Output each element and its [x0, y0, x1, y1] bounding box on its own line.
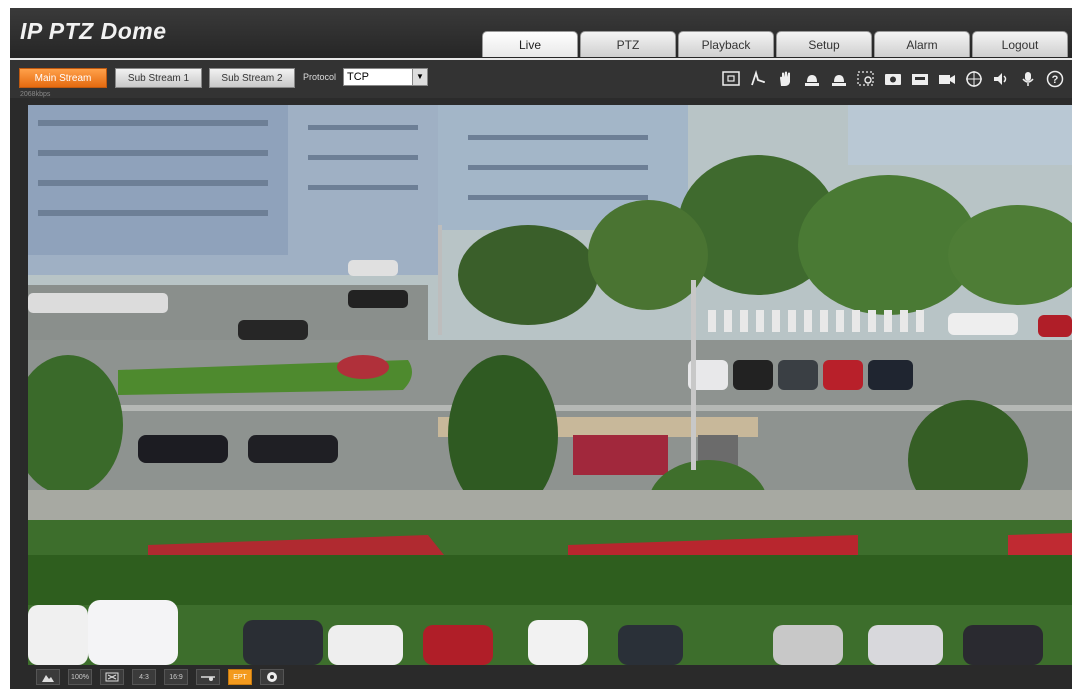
chevron-down-icon: ▼	[412, 69, 427, 85]
protocol-select[interactable]: TCP ▼	[343, 68, 428, 86]
sub-stream-1-button[interactable]: Sub Stream 1	[115, 68, 202, 88]
video-bottom-bar: 100% 4:3 16:9 EPT	[28, 665, 1072, 689]
tab-ptz[interactable]: PTZ	[580, 31, 676, 57]
video-camera-icon[interactable]	[936, 69, 958, 89]
main-nav-tabs: Live PTZ Playback Setup Alarm Logout	[482, 31, 1068, 57]
microphone-icon[interactable]	[1017, 69, 1039, 89]
bitrate-readout: 2068kbps	[20, 91, 51, 98]
zoom-icon[interactable]	[747, 69, 769, 89]
app-title: IP PTZ Dome	[20, 18, 167, 44]
live-tools: ?	[720, 69, 1066, 89]
tab-live[interactable]: Live	[482, 31, 578, 57]
aspect-4-3-button[interactable]: 4:3	[132, 669, 156, 685]
compass-icon[interactable]	[260, 669, 284, 685]
ip-camera-web-client: IP PTZ Dome Live PTZ Playback Setup Alar…	[10, 8, 1072, 689]
help-icon[interactable]: ?	[1044, 69, 1066, 89]
alarm-light-2-icon[interactable]	[828, 69, 850, 89]
live-video-view[interactable]	[28, 105, 1072, 665]
hand-icon[interactable]	[774, 69, 796, 89]
tab-alarm[interactable]: Alarm	[874, 31, 970, 57]
ept-button[interactable]: EPT	[228, 669, 252, 685]
video-frame	[28, 105, 1072, 665]
speaker-icon[interactable]	[990, 69, 1012, 89]
crosshair-icon[interactable]	[963, 69, 985, 89]
svg-text:?: ?	[1052, 74, 1059, 86]
snapshot-icon[interactable]	[882, 69, 904, 89]
alarm-light-icon[interactable]	[801, 69, 823, 89]
protocol-value: TCP	[347, 71, 369, 83]
sub-stream-2-button[interactable]: Sub Stream 2	[209, 68, 295, 88]
stream-toolbar: Main Stream Sub Stream 1 Sub Stream 2 Pr…	[10, 58, 1072, 98]
left-panel-strip	[10, 98, 28, 689]
main-stream-button[interactable]: Main Stream	[19, 68, 107, 88]
header-bar: IP PTZ Dome Live PTZ Playback Setup Alar…	[10, 8, 1072, 58]
aspect-16-9-button[interactable]: 16:9	[164, 669, 188, 685]
tab-playback[interactable]: Playback	[678, 31, 774, 57]
tab-setup[interactable]: Setup	[776, 31, 872, 57]
record-icon[interactable]	[909, 69, 931, 89]
protocol-label: Protocol	[303, 72, 337, 82]
image-adjust-icon[interactable]	[36, 669, 60, 685]
rule-icon[interactable]	[196, 669, 220, 685]
fit-icon[interactable]	[100, 669, 124, 685]
zoom-100-button[interactable]: 100%	[68, 669, 92, 685]
tab-logout[interactable]: Logout	[972, 31, 1068, 57]
fullscreen-icon[interactable]	[720, 69, 742, 89]
region-zoom-icon[interactable]	[855, 69, 877, 89]
